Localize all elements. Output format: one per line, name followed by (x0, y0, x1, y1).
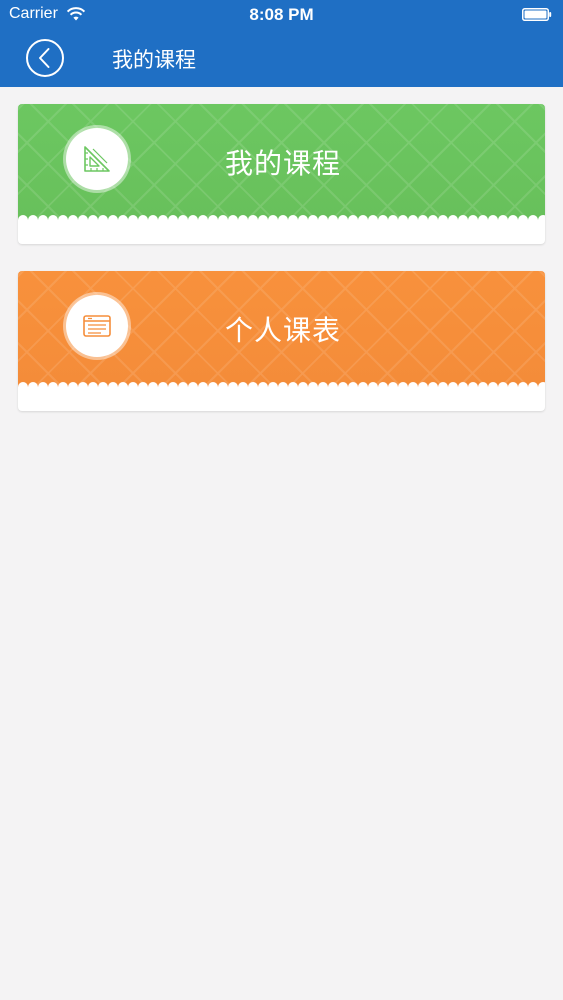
back-button[interactable] (26, 39, 64, 77)
status-bar: Carrier 8:08 PM (0, 0, 563, 30)
scallop-edge (18, 382, 545, 391)
card-title-personal-schedule: 个人课表 (224, 314, 341, 347)
course-icon-badge (66, 128, 128, 190)
triangle-ruler-icon (84, 146, 110, 172)
schedule-icon-badge (66, 295, 128, 357)
nav-bar: 我的课程 (0, 30, 563, 87)
status-time: 8:08 PM (249, 5, 314, 24)
app-header: Carrier 8:08 PM 我的课程 (0, 0, 563, 87)
page-title: 我的课程 (112, 48, 196, 72)
schedule-icon (83, 315, 111, 337)
chevron-left-icon (39, 48, 50, 68)
scallop-edge (18, 215, 545, 224)
personal-schedule-card[interactable]: 个人课表 (18, 271, 545, 411)
my-courses-card[interactable]: 我的课程 (18, 104, 545, 244)
battery-icon (522, 8, 552, 21)
card-title-my-courses: 我的课程 (224, 147, 341, 180)
